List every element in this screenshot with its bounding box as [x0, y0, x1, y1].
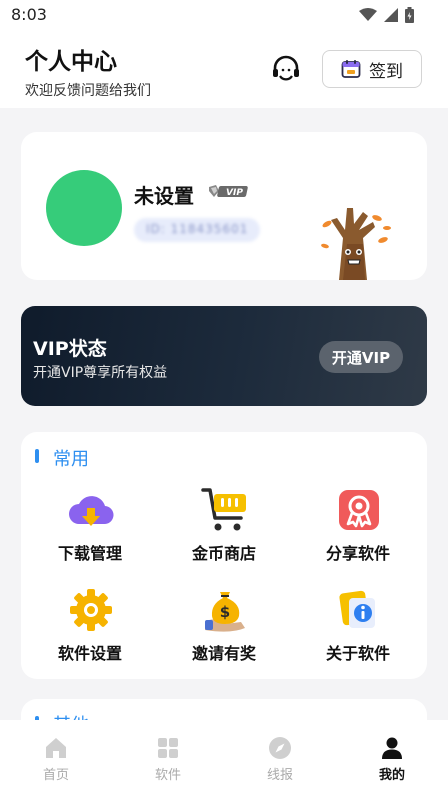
headset-support-icon[interactable]: [270, 54, 302, 86]
money-bag-icon: $: [205, 592, 245, 632]
nav-item-home[interactable]: 首页: [16, 734, 96, 784]
grid-item-invite-reward[interactable]: $ 邀请有奖: [159, 586, 289, 676]
nav-label: 软件: [154, 768, 181, 783]
status-bar: 8:03: [0, 0, 448, 30]
nav-item-me[interactable]: 我的: [352, 734, 432, 784]
nav-item-apps[interactable]: 软件: [128, 734, 208, 784]
nav-label: 首页: [42, 768, 69, 783]
page-title: 个人中心: [25, 49, 117, 75]
grid-item-settings[interactable]: 软件设置: [25, 586, 155, 676]
user-icon: [382, 737, 402, 759]
grid-item-about[interactable]: 关于软件: [293, 586, 423, 676]
vip-status-title: VIP状态: [33, 338, 107, 360]
open-vip-button[interactable]: 开通VIP: [319, 341, 403, 373]
page-subtitle: 欢迎反馈问题给我们: [25, 83, 151, 99]
wifi-icon: [359, 8, 377, 21]
vip-status-card[interactable]: VIP状态 开通VIP尊享所有权益 开通VIP: [21, 306, 427, 406]
home-icon: [46, 738, 66, 758]
grid-item-coin-store[interactable]: 金币商店: [159, 486, 289, 576]
grid-label: 邀请有奖: [191, 644, 256, 663]
vip-badge-icon: VIP: [209, 185, 248, 198]
header: 个人中心 欢迎反馈问题给我们 签到: [0, 30, 448, 108]
nav-item-deals[interactable]: 线报: [240, 734, 320, 784]
user-id: ID: 118435601: [134, 218, 260, 242]
cloud-download-icon: [69, 496, 114, 526]
grid-label: 软件设置: [57, 644, 122, 663]
grid-label: 下载管理: [57, 544, 122, 563]
grid-label: 关于软件: [325, 644, 390, 663]
compass-icon: [269, 737, 291, 759]
grid-label: 分享软件: [325, 544, 390, 563]
username: 未设置: [134, 184, 194, 208]
nav-label: 线报: [266, 768, 293, 783]
grid-item-share-app[interactable]: 分享软件: [293, 486, 423, 576]
bottom-navigation: 首页 软件 线报 我的: [0, 720, 448, 796]
svg-text:$: $: [220, 603, 230, 621]
checkin-button[interactable]: 签到: [322, 50, 422, 88]
checkin-label: 签到: [369, 61, 403, 82]
user-id-text: ID: 118435601: [146, 222, 249, 236]
apps-grid-icon: [158, 738, 178, 758]
share-badge-icon: [339, 490, 379, 530]
tree-character-illustration: [321, 208, 391, 280]
info-icon: [339, 590, 375, 628]
signal-icon: [384, 8, 398, 22]
grid-item-download-manager[interactable]: 下载管理: [25, 486, 155, 576]
common-section: 常用 下载管理 金币商店 分享软件 软件设置 $ 邀请有奖 关于软件: [21, 432, 427, 679]
profile-card[interactable]: 未设置 VIP ID: 118435601: [21, 132, 427, 280]
status-time: 8:03: [11, 5, 47, 24]
avatar[interactable]: [46, 170, 122, 246]
battery-icon: [405, 7, 414, 23]
grid-label: 金币商店: [191, 544, 256, 563]
section-accent-bar: [35, 449, 39, 463]
calendar-icon: [341, 60, 361, 78]
status-icons: [359, 7, 414, 23]
section-title-common: 常用: [53, 449, 89, 470]
shopping-cart-icon: [201, 488, 246, 531]
nav-label: 我的: [378, 768, 405, 783]
gear-icon: [70, 589, 112, 631]
vip-badge-text: VIP: [226, 188, 243, 198]
vip-status-subtitle: 开通VIP尊享所有权益: [33, 365, 168, 381]
